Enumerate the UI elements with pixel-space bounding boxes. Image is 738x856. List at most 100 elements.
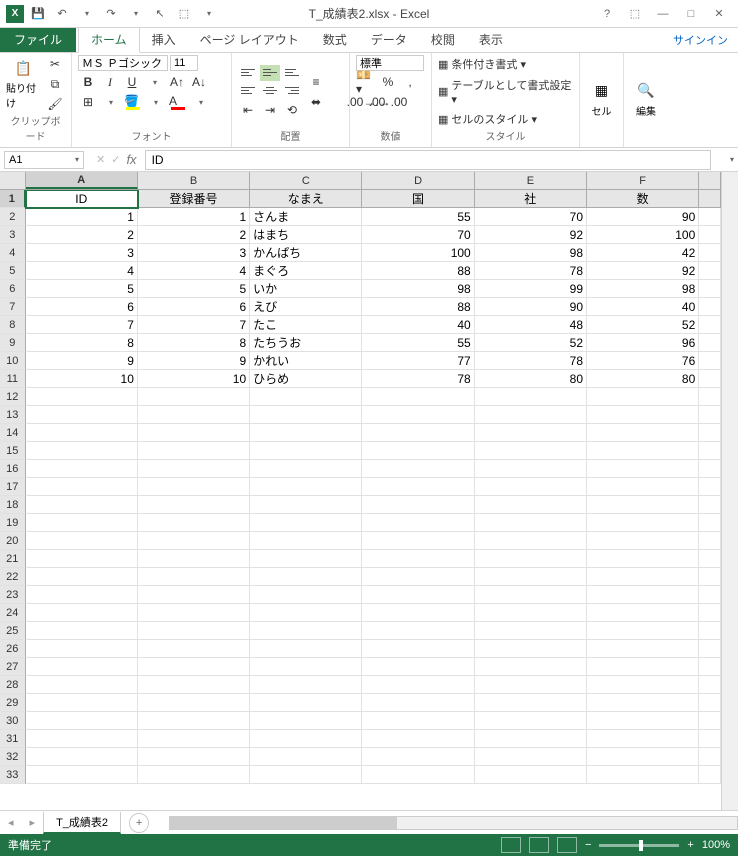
row-header[interactable]: 22 [0,568,26,586]
cell[interactable] [587,460,699,478]
cell[interactable] [475,388,587,406]
cell[interactable] [475,568,587,586]
cell[interactable]: 8 [26,334,138,352]
save-button[interactable]: 💾 [28,4,48,24]
increase-font-button[interactable]: A↑ [167,73,187,91]
cell[interactable] [699,478,721,496]
row-header[interactable]: 24 [0,604,26,622]
cell[interactable] [138,766,250,784]
cell[interactable] [362,748,474,766]
maximize-button[interactable]: □ [680,4,702,24]
align-left-button[interactable] [238,83,258,99]
cell[interactable]: 9 [138,352,250,370]
editing-button[interactable]: 🔍 編集 [630,81,662,118]
cell[interactable] [250,532,362,550]
cell[interactable] [587,748,699,766]
row-header[interactable]: 23 [0,586,26,604]
row-header[interactable]: 18 [0,496,26,514]
cell[interactable]: 98 [587,280,699,298]
align-right-button[interactable] [282,83,302,99]
row-header[interactable]: 33 [0,766,26,784]
minimize-button[interactable]: — [652,4,674,24]
cell[interactable] [26,460,138,478]
cell[interactable] [250,478,362,496]
cell[interactable]: 7 [26,316,138,334]
cell[interactable] [26,532,138,550]
cell[interactable] [26,568,138,586]
cell[interactable]: 55 [362,334,474,352]
row-header[interactable]: 12 [0,388,26,406]
column-header-D[interactable]: D [362,172,474,189]
cell[interactable] [699,676,721,694]
cell[interactable] [138,460,250,478]
tab-file[interactable]: ファイル [0,27,76,52]
row-header[interactable]: 19 [0,514,26,532]
cell[interactable] [250,640,362,658]
cell[interactable] [250,442,362,460]
decrease-font-button[interactable]: A↓ [189,73,209,91]
cell[interactable] [699,280,721,298]
cell[interactable]: 78 [475,352,587,370]
cell[interactable] [362,694,474,712]
cell[interactable]: 70 [362,226,474,244]
decrease-indent-button[interactable]: ⇤ [238,101,258,119]
cell[interactable]: 8 [138,334,250,352]
cell[interactable] [475,766,587,784]
cell[interactable] [250,424,362,442]
cell[interactable]: 80 [475,370,587,388]
cell[interactable] [250,748,362,766]
accounting-format-button[interactable]: 💴 ▾ [356,73,376,91]
cell[interactable] [250,514,362,532]
cell[interactable] [138,532,250,550]
cell[interactable] [250,694,362,712]
column-header-C[interactable]: C [250,172,362,189]
cell[interactable] [138,496,250,514]
tab-insert[interactable]: 挿入 [140,27,188,52]
cell[interactable] [138,640,250,658]
cell[interactable] [26,586,138,604]
cell[interactable]: 10 [138,370,250,388]
page-break-view-button[interactable] [557,837,577,853]
fill-color-dropdown[interactable]: ▾ [146,93,166,111]
cell[interactable]: 92 [475,226,587,244]
cell[interactable]: 1 [138,208,250,226]
enter-formula-button[interactable]: ✓ [111,153,120,166]
select-all-corner[interactable] [0,172,26,189]
cell[interactable] [699,550,721,568]
row-header[interactable]: 8 [0,316,26,334]
cell[interactable] [362,550,474,568]
cell[interactable] [26,550,138,568]
cell[interactable] [250,712,362,730]
cell[interactable] [699,442,721,460]
cell[interactable] [475,442,587,460]
cell[interactable]: 98 [362,280,474,298]
normal-view-button[interactable] [501,837,521,853]
cell[interactable] [26,514,138,532]
font-name-input[interactable] [78,55,168,71]
cell[interactable] [587,604,699,622]
cell[interactable] [138,604,250,622]
paste-button[interactable]: 📋 貼り付け [6,58,41,110]
cell[interactable] [587,676,699,694]
tab-review[interactable]: 校閲 [419,27,467,52]
cell[interactable] [587,766,699,784]
cell[interactable] [26,388,138,406]
cell[interactable]: 4 [26,262,138,280]
cell[interactable] [699,460,721,478]
cell[interactable] [587,514,699,532]
merge-button[interactable]: ⬌ [306,93,326,111]
increase-indent-button[interactable]: ⇥ [260,101,280,119]
sheet-nav-next[interactable]: ▸ [22,816,44,829]
column-header-extra[interactable] [699,172,721,189]
cell[interactable] [699,694,721,712]
cell[interactable] [699,190,721,208]
cell[interactable] [362,766,474,784]
cell[interactable] [475,748,587,766]
cell[interactable] [587,712,699,730]
cell[interactable] [138,658,250,676]
cell[interactable] [699,298,721,316]
column-header-B[interactable]: B [138,172,250,189]
cell[interactable] [699,334,721,352]
cell[interactable]: 社 [475,190,587,208]
cell[interactable] [26,478,138,496]
